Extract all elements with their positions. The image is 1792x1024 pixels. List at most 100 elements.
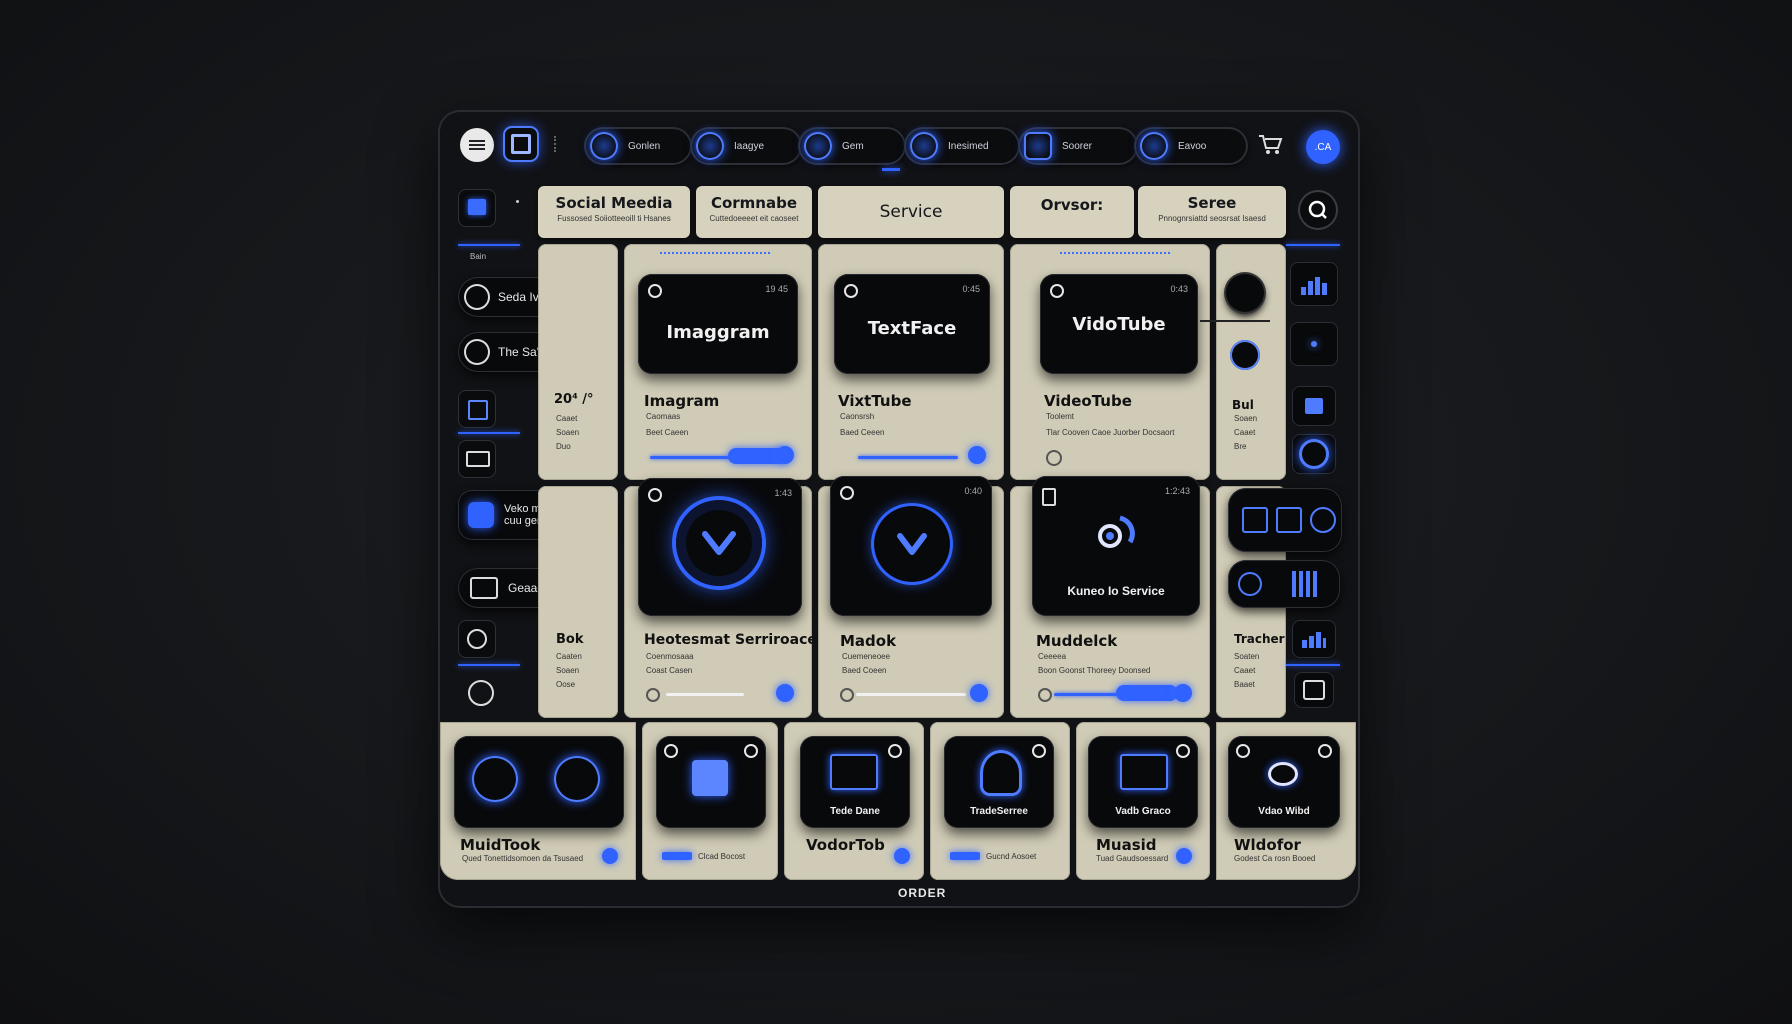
bottom-sub: Qued Tonettidsomoen da Tsusaed (462, 854, 584, 863)
slider-start (646, 688, 660, 702)
row2-left-line: Soaen (556, 666, 580, 675)
square-logo-icon[interactable] (505, 128, 537, 160)
tab-cormnabe[interactable]: Cormnabe Cuttedoeeeet eit caoseet (696, 186, 812, 238)
service-sub: Coenmosaaa (646, 652, 694, 661)
heart-badge-icon (648, 488, 662, 502)
tab-orvsor[interactable]: Orvsor: (1010, 186, 1134, 238)
bottom-card[interactable] (454, 736, 624, 828)
sidebar-icon-chart[interactable] (458, 390, 496, 428)
sidebar-icon-gear[interactable] (458, 620, 496, 658)
tab-seree[interactable]: Seree Pnnognrsiattd seosrsat Isaesd (1138, 186, 1286, 238)
sidebar-icon-image[interactable] (458, 189, 496, 227)
active-indicator (882, 168, 900, 171)
badge-icon (1318, 744, 1332, 758)
dashboard-widget[interactable] (1228, 488, 1342, 552)
service-title: VixtTube (838, 392, 912, 410)
row1-right-line: Soaen (1234, 414, 1258, 423)
right-rule (1286, 244, 1340, 246)
card-time: 1:43 (774, 488, 792, 498)
menu-icon[interactable] (460, 128, 494, 162)
blocks-icon[interactable] (1292, 386, 1336, 426)
service-meta: Baed Ceeen (840, 428, 885, 437)
sidebar-icon-monitor[interactable] (458, 440, 496, 478)
spark-icon[interactable] (1290, 322, 1338, 366)
service-slider[interactable] (644, 684, 794, 702)
bar-chart-icon[interactable] (1292, 620, 1336, 658)
circle-icon (590, 132, 618, 160)
badge-icon (1032, 744, 1046, 758)
video-icon (468, 502, 494, 528)
camera-icon[interactable] (1294, 672, 1334, 708)
heart-icon (874, 506, 950, 582)
bottom-go-button[interactable] (602, 848, 618, 864)
service-title: Imagram (644, 392, 720, 410)
service-meta: Beet Caeen (646, 428, 689, 437)
topbar-item-1[interactable]: Iaagye (690, 127, 802, 165)
eye-icon (1046, 450, 1062, 466)
row2-left-tile[interactable] (538, 486, 618, 718)
bottom-go-button[interactable] (1176, 848, 1192, 864)
service-slider[interactable] (644, 446, 794, 464)
search-button[interactable] (1298, 190, 1338, 230)
row1-left-tile[interactable] (538, 244, 618, 480)
bottom-card[interactable]: TradeSerree (944, 736, 1054, 828)
slider-track (858, 456, 958, 459)
sidebar-rule (458, 244, 520, 246)
bar-chart-icon[interactable] (1290, 262, 1338, 306)
row2-right-line: Caaet (1234, 666, 1256, 675)
topbar-item-0[interactable]: Gonlen (584, 127, 692, 165)
service-card[interactable]: 0:45 TextFace (834, 274, 990, 374)
search-icon (1308, 200, 1327, 219)
service-card[interactable]: 0:43 VidoTube (1040, 274, 1198, 374)
clock-icon (1310, 507, 1336, 533)
row1-right-title: Bul (1232, 398, 1254, 412)
card-name: Imaggram (666, 322, 770, 343)
divider (554, 136, 560, 152)
bottom-card[interactable] (656, 736, 766, 828)
sidebar-rule (458, 432, 520, 434)
orbit-icon (804, 132, 832, 160)
row2-right-line: Soaten (1234, 652, 1260, 661)
service-slider[interactable] (838, 684, 990, 702)
bottom-card[interactable]: Tede Dane (800, 736, 910, 828)
grid-icon (1242, 507, 1268, 533)
compass-small-icon[interactable] (1230, 340, 1260, 370)
service-slider[interactable] (1036, 684, 1196, 702)
tab-social-media[interactable]: Social Meedia Fussosed Soiiotteeoill ti … (538, 186, 690, 238)
row2-right-title: Tracher (1234, 632, 1285, 646)
globe-icon (840, 486, 854, 500)
slider-fill (1116, 685, 1178, 701)
target-icon[interactable] (1292, 434, 1336, 474)
topbar-item-3[interactable]: Inesimed (904, 127, 1020, 165)
service-card[interactable]: 0:40 (830, 476, 992, 616)
bottom-card[interactable]: Vdao Wibd (1228, 736, 1340, 828)
card-time: 0:45 (962, 284, 980, 294)
layout-icon (1276, 507, 1302, 533)
refresh-icon (696, 132, 724, 160)
topbar-item-4[interactable]: Soorer (1018, 127, 1138, 165)
tile-accent (1060, 252, 1170, 257)
topbar-item-2[interactable]: Gem (798, 127, 906, 165)
service-sub: Cuemeneoee (842, 652, 891, 661)
order-button[interactable]: ORDER (898, 886, 946, 900)
bottom-go-button[interactable] (894, 848, 910, 864)
service-slider[interactable] (838, 446, 990, 464)
bottom-sub: Clcad Bocost (698, 852, 746, 861)
row1-left-line: Soaen (556, 428, 580, 437)
service-card[interactable]: 1:2:43 Kuneo Io Service (1032, 476, 1200, 616)
service-card[interactable]: 1:43 (638, 478, 802, 616)
cart-icon[interactable] (1256, 130, 1284, 158)
user-icon[interactable] (468, 680, 494, 706)
topbar-item-5[interactable]: Eavoo (1134, 127, 1248, 165)
monitor-icon (1120, 754, 1168, 790)
tab-service[interactable]: Service (818, 186, 1004, 238)
link-icon[interactable] (1226, 274, 1264, 312)
video-wave-icon (1268, 762, 1298, 786)
service-card[interactable]: 19 45 Imaggram (638, 274, 798, 374)
card-name: Kuneo Io Service (1067, 584, 1165, 598)
service-meta: Baed Coeen (842, 666, 887, 675)
media-widget[interactable] (1228, 560, 1340, 608)
row2-left-line: Oose (556, 680, 576, 689)
avatar[interactable]: .CA (1306, 130, 1340, 164)
bottom-card[interactable]: Vadb Graco (1088, 736, 1198, 828)
